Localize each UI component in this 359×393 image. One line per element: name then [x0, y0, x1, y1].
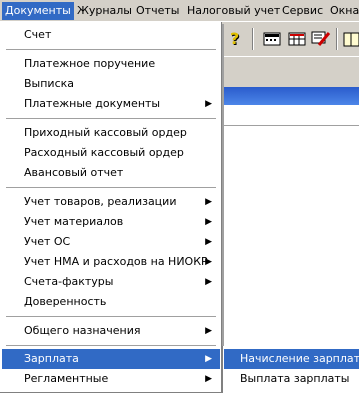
table-icon[interactable] — [287, 29, 307, 49]
help-icon[interactable]: ?? — [226, 29, 246, 49]
divider — [222, 125, 359, 126]
menu-item-cash-expense-order[interactable]: Расходный кассовый ордер — [2, 143, 220, 163]
menu-item-label: Учет материалов — [24, 215, 124, 228]
menu-windows[interactable]: Окна — [327, 2, 359, 20]
submenu-arrow-icon: ▶ — [205, 217, 212, 227]
menu-item-label: Общего назначения — [24, 324, 141, 337]
menu-item-label: Зарплата — [24, 352, 79, 365]
menu-item-regulatory[interactable]: Регламентные ▶ — [2, 369, 220, 389]
menu-reports[interactable]: Отчеты — [133, 2, 182, 20]
menu-item-label: Выписка — [24, 77, 75, 90]
menu-journals[interactable]: Журналы — [74, 2, 135, 20]
menu-item-label: Расходный кассовый ордер — [24, 146, 184, 159]
menu-item-goods-accounting[interactable]: Учет товаров, реализации ▶ — [2, 192, 220, 212]
salary-submenu: Начисление зарплаты Выплата зарплаты — [222, 346, 359, 393]
menu-item-label: Счета-фактуры — [24, 275, 114, 288]
menu-item-intangible-assets[interactable]: Учет НМА и расходов на НИОКР ▶ — [2, 252, 220, 272]
menu-item-label: Платежные документы — [24, 97, 161, 110]
submenu-arrow-icon: ▶ — [205, 257, 212, 267]
menu-item-materials-accounting[interactable]: Учет материалов ▶ — [2, 212, 220, 232]
menu-item-label: Приходный кассовый ордер — [24, 126, 187, 139]
toolbar-separator — [336, 28, 338, 50]
menu-item-fixed-assets[interactable]: Учет ОС ▶ — [2, 232, 220, 252]
submenu-arrow-icon: ▶ — [205, 326, 212, 336]
menu-separator — [6, 345, 216, 346]
menu-item-payment-documents[interactable]: Платежные документы ▶ — [2, 94, 220, 114]
menu-item-statement[interactable]: Выписка — [2, 74, 220, 94]
menu-documents[interactable]: Документы — [2, 2, 74, 20]
menu-item-payment-order[interactable]: Платежное поручение — [2, 54, 220, 74]
submenu-item-label: Начисление зарплаты — [240, 352, 359, 365]
menu-item-label: Учет товаров, реализации — [24, 195, 177, 208]
menu-item-label: Счет — [24, 28, 52, 41]
menu-item-label: Учет ОС — [24, 235, 71, 248]
menu-separator — [6, 316, 216, 317]
window-title-bar — [222, 87, 359, 105]
menu-separator — [6, 187, 216, 188]
menu-item-power-of-attorney[interactable]: Доверенность — [2, 292, 220, 312]
book-icon[interactable] — [342, 29, 359, 49]
menu-service[interactable]: Сервис — [279, 2, 326, 20]
svg-text:?: ? — [230, 29, 239, 48]
menu-item-label: Доверенность — [24, 295, 107, 308]
menu-item-advance-report[interactable]: Авансовый отчет — [2, 163, 220, 183]
menu-item-label: Учет НМА и расходов на НИОКР — [24, 255, 208, 268]
submenu-arrow-icon: ▶ — [205, 197, 212, 207]
menu-item-cash-receipt-order[interactable]: Приходный кассовый ордер — [2, 123, 220, 143]
menu-tax-accounting[interactable]: Налоговый учет — [184, 2, 283, 20]
menu-item-label: Авансовый отчет — [24, 166, 124, 179]
menu-item-general-purpose[interactable]: Общего назначения ▶ — [2, 321, 220, 341]
submenu-arrow-icon: ▶ — [205, 354, 212, 364]
menu-bar: Документы Журналы Отчеты Налоговый учет … — [0, 0, 359, 22]
menu-separator — [6, 49, 216, 50]
edit-icon[interactable] — [311, 29, 331, 49]
documents-dropdown-menu: Счет Платежное поручение Выписка Платежн… — [0, 22, 222, 393]
submenu-item-salary-accrual[interactable]: Начисление зарплаты — [224, 349, 359, 369]
toolbar-separator — [252, 28, 254, 50]
menu-separator — [6, 118, 216, 119]
menu-item-salary[interactable]: Зарплата ▶ — [2, 349, 220, 369]
menu-item-label: Регламентные — [24, 372, 109, 385]
submenu-item-salary-payment[interactable]: Выплата зарплаты — [224, 369, 359, 389]
submenu-arrow-icon: ▶ — [205, 374, 212, 384]
submenu-arrow-icon: ▶ — [205, 99, 212, 109]
submenu-item-label: Выплата зарплаты — [240, 372, 350, 385]
menu-item-invoices[interactable]: Счета-фактуры ▶ — [2, 272, 220, 292]
menu-item-invoice[interactable]: Счет — [2, 25, 220, 45]
menu-item-label: Платежное поручение — [24, 57, 156, 70]
submenu-arrow-icon: ▶ — [205, 237, 212, 247]
calculator-icon[interactable] — [262, 29, 282, 49]
submenu-arrow-icon: ▶ — [205, 277, 212, 287]
